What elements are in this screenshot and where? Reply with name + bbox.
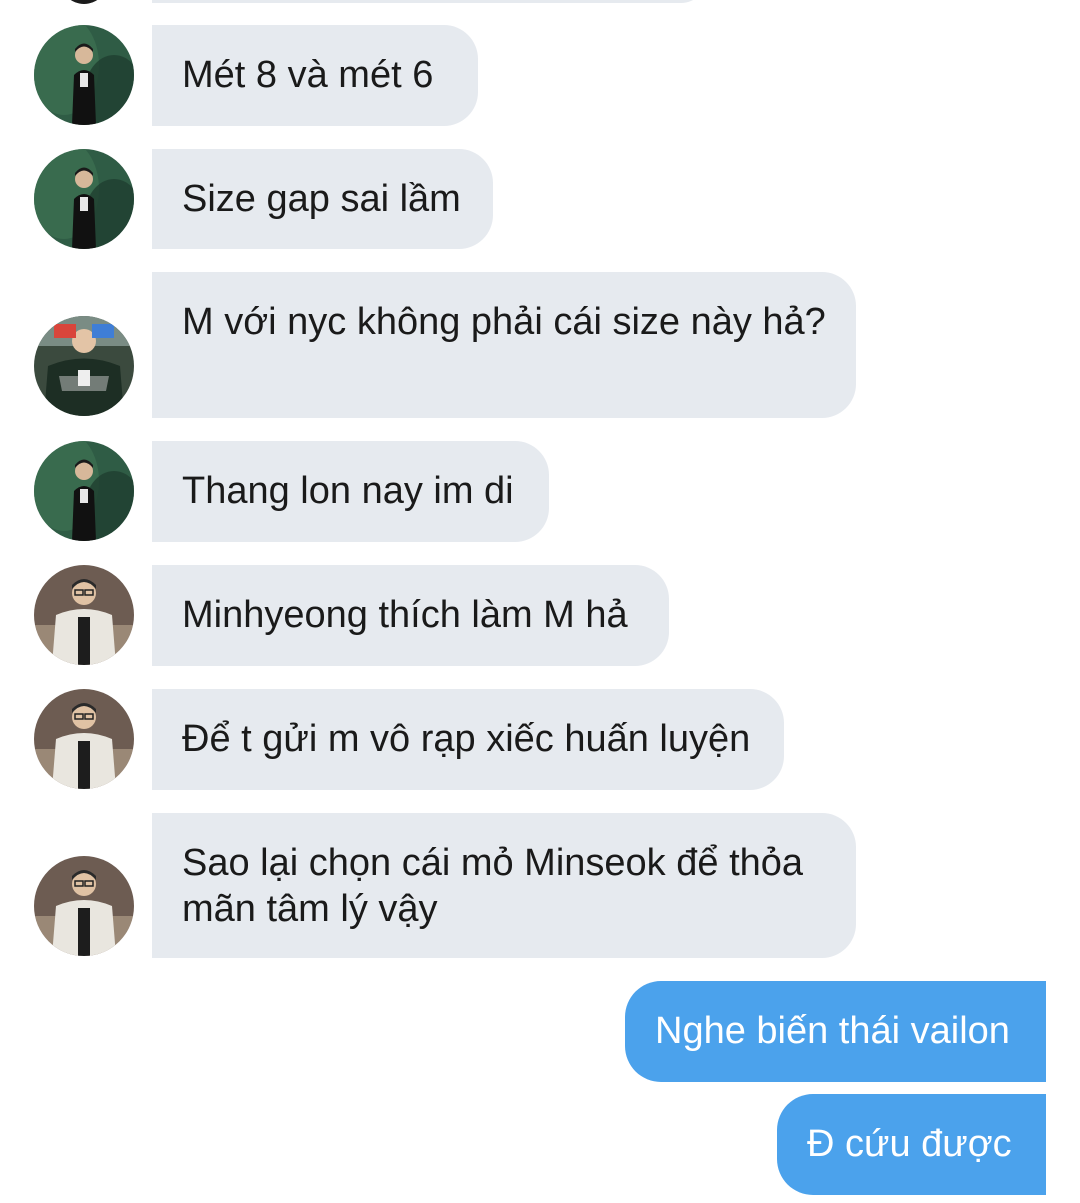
avatar[interactable] bbox=[34, 25, 134, 125]
message-text: Thang lon nay im di bbox=[182, 470, 514, 512]
avatar[interactable] bbox=[34, 316, 134, 416]
message-text: M với nyc không phải cái size này hả? bbox=[182, 301, 826, 343]
incoming-message-bubble[interactable]: Size gap sai lầm bbox=[152, 149, 493, 249]
outgoing-message-bubble[interactable]: Nghe biến thái vailon bbox=[625, 981, 1046, 1082]
avatar[interactable] bbox=[34, 856, 134, 956]
avatar[interactable] bbox=[34, 689, 134, 789]
avatar[interactable] bbox=[34, 441, 134, 541]
previous-message-bubble-fragment bbox=[152, 0, 707, 3]
incoming-message-bubble[interactable]: Minhyeong thích làm M hả bbox=[152, 565, 669, 666]
message-text: Đ cứu được bbox=[807, 1123, 1012, 1165]
avatar[interactable] bbox=[34, 149, 134, 249]
message-text: Mét 8 và mét 6 bbox=[182, 54, 434, 96]
message-text: Minhyeong thích làm M hả bbox=[182, 594, 628, 636]
outgoing-message-bubble[interactable]: Đ cứu được bbox=[777, 1094, 1046, 1195]
incoming-message-bubble[interactable]: Sao lại chọn cái mỏ Minseok để thỏa mãn … bbox=[152, 813, 856, 958]
avatar-previous-fragment bbox=[60, 0, 108, 4]
message-text: Để t gửi m vô rạp xiếc huấn luyện bbox=[182, 718, 751, 760]
incoming-message-bubble[interactable]: M với nyc không phải cái size này hả? bbox=[152, 272, 856, 418]
incoming-message-bubble[interactable]: Mét 8 và mét 6 bbox=[152, 25, 478, 126]
message-text: Size gap sai lầm bbox=[182, 178, 461, 220]
avatar[interactable] bbox=[34, 565, 134, 665]
incoming-message-bubble[interactable]: Để t gửi m vô rạp xiếc huấn luyện bbox=[152, 689, 784, 790]
incoming-message-bubble[interactable]: Thang lon nay im di bbox=[152, 441, 549, 542]
message-text: Nghe biến thái vailon bbox=[655, 1010, 1010, 1052]
message-text: Sao lại chọn cái mỏ Minseok để thỏa mãn … bbox=[182, 842, 804, 930]
